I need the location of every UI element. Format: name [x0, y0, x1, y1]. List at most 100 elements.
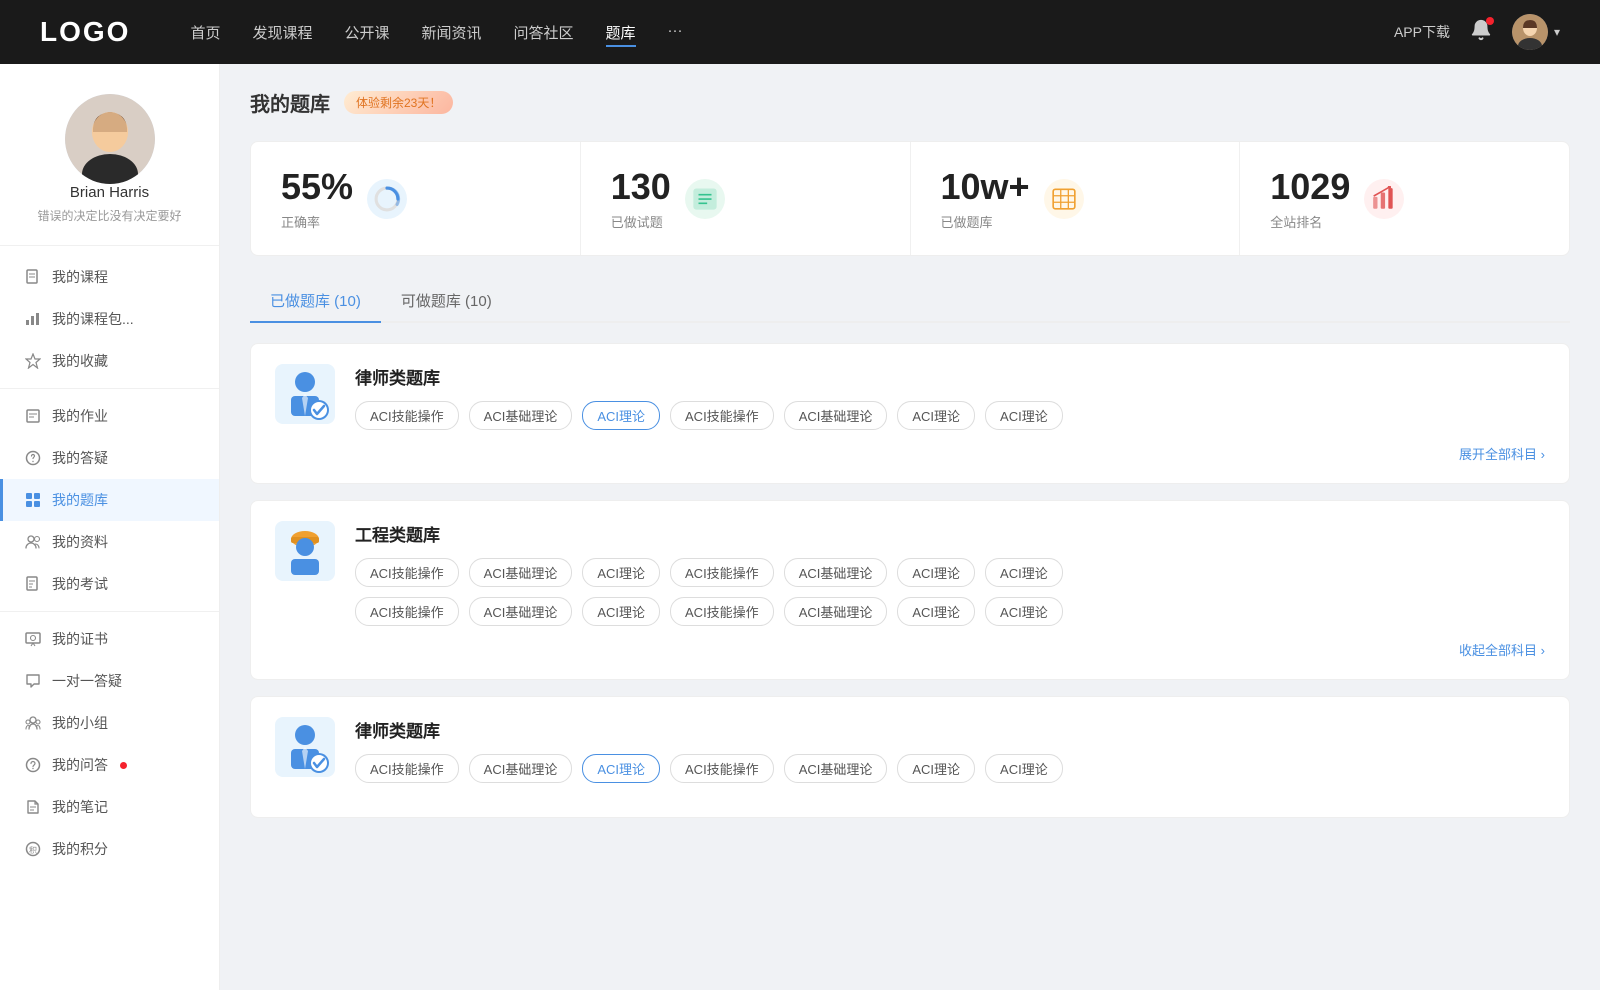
- stat-accuracy-label: 正确率: [281, 212, 353, 231]
- qbank-tag[interactable]: ACI理论: [582, 597, 660, 626]
- sidebar-item-my-data[interactable]: 我的资料: [0, 521, 219, 563]
- qbank-tag[interactable]: ACI理论: [985, 401, 1063, 430]
- qbank-card-lawyer-3: 律师类题库 ACI技能操作 ACI基础理论 ACI理论 ACI技能操作 ACI基…: [250, 696, 1570, 818]
- qbank-tag[interactable]: ACI技能操作: [355, 401, 459, 430]
- navbar: LOGO 首页 发现课程 公开课 新闻资讯 问答社区 题库 ··· APP下载: [0, 0, 1600, 64]
- stat-banks-done: 10w+ 已做题库: [911, 142, 1241, 255]
- sidebar-item-points[interactable]: 积 我的积分: [0, 828, 219, 870]
- stat-questions-done-label: 已做试题: [611, 212, 671, 231]
- lawyer-icon: [275, 364, 335, 424]
- question-circle-icon: [24, 449, 42, 467]
- qbank-tag-selected[interactable]: ACI理论: [582, 401, 660, 430]
- sidebar-item-my-courses[interactable]: 我的课程: [0, 256, 219, 298]
- sidebar-item-notes[interactable]: 我的笔记: [0, 786, 219, 828]
- qbank-card-engineer: 工程类题库 ACI技能操作 ACI基础理论 ACI理论 ACI技能操作 ACI基…: [250, 500, 1570, 680]
- expand-button-1[interactable]: 展开全部科目 ›: [1459, 444, 1545, 463]
- sidebar-label: 我的证书: [52, 629, 108, 649]
- qbank-tag[interactable]: ACI基础理论: [469, 754, 573, 783]
- stat-rank: 1029 全站排名: [1240, 142, 1569, 255]
- notification-dot: [1486, 17, 1494, 25]
- qbank-tag[interactable]: ACI理论: [582, 558, 660, 587]
- qbank-tag[interactable]: ACI理论: [897, 754, 975, 783]
- sidebar-item-my-questions[interactable]: 我的问答: [0, 744, 219, 786]
- stat-banks-done-label: 已做题库: [941, 212, 1030, 231]
- tab-done-banks[interactable]: 已做题库 (10): [250, 280, 381, 321]
- sidebar-item-one-on-one[interactable]: 一对一答疑: [0, 660, 219, 702]
- profile-name: Brian Harris: [20, 184, 199, 201]
- qbank-tag[interactable]: ACI技能操作: [355, 558, 459, 587]
- nav-qa[interactable]: 问答社区: [514, 18, 574, 47]
- tab-available-banks[interactable]: 可做题库 (10): [381, 280, 512, 321]
- qbank-tag-selected[interactable]: ACI理论: [582, 754, 660, 783]
- qbank-info: 律师类题库 ACI技能操作 ACI基础理论 ACI理论 ACI技能操作 ACI基…: [355, 717, 1545, 783]
- qbank-tag[interactable]: ACI技能操作: [670, 754, 774, 783]
- page-title: 我的题库: [250, 88, 330, 117]
- sidebar-label: 我的题库: [52, 490, 108, 510]
- score-icon: 积: [24, 840, 42, 858]
- qbank-tag[interactable]: ACI理论: [985, 597, 1063, 626]
- profile-section: Brian Harris 错误的决定比没有决定要好: [0, 94, 219, 246]
- user-avatar-area[interactable]: ▾: [1512, 14, 1560, 50]
- nav-open-course[interactable]: 公开课: [344, 18, 389, 47]
- qbank-tag[interactable]: ACI技能操作: [670, 558, 774, 587]
- sidebar-label: 我的答疑: [52, 448, 108, 468]
- qbank-tag[interactable]: ACI理论: [897, 401, 975, 430]
- stat-banks-done-text: 10w+ 已做题库: [941, 166, 1030, 231]
- qbank-tag[interactable]: ACI基础理论: [784, 754, 888, 783]
- user-avatar: [1512, 14, 1548, 50]
- notification-bell[interactable]: [1470, 19, 1492, 46]
- qbank-tag[interactable]: ACI技能操作: [670, 401, 774, 430]
- star-icon: [24, 352, 42, 370]
- sidebar-item-group[interactable]: 我的小组: [0, 702, 219, 744]
- qbank-tags-3: ACI技能操作 ACI基础理论 ACI理论 ACI技能操作 ACI基础理论 AC…: [355, 754, 1545, 783]
- qbank-title-3: 律师类题库: [355, 717, 1545, 742]
- qbank-tag[interactable]: ACI理论: [897, 597, 975, 626]
- qbank-tag[interactable]: ACI基础理论: [469, 558, 573, 587]
- sidebar-item-qa-mine[interactable]: 我的答疑: [0, 437, 219, 479]
- stat-questions-done-icon: [685, 179, 725, 219]
- grid-icon: [24, 491, 42, 509]
- stat-questions-done: 130 已做试题: [581, 142, 911, 255]
- sidebar-item-favorites[interactable]: 我的收藏: [0, 340, 219, 382]
- sidebar-label: 我的作业: [52, 406, 108, 426]
- qbank-tag[interactable]: ACI技能操作: [670, 597, 774, 626]
- qbank-header: 律师类题库 ACI技能操作 ACI基础理论 ACI理论 ACI技能操作 ACI基…: [275, 364, 1545, 430]
- sidebar-item-certificate[interactable]: 我的证书: [0, 618, 219, 660]
- sidebar-label: 我的小组: [52, 713, 108, 733]
- qbank-tag[interactable]: ACI基础理论: [469, 597, 573, 626]
- nav-home[interactable]: 首页: [190, 18, 220, 47]
- profile-motto: 错误的决定比没有决定要好: [20, 207, 199, 225]
- qbank-tag[interactable]: ACI基础理论: [469, 401, 573, 430]
- svg-text:积: 积: [29, 845, 37, 855]
- stat-questions-done-value: 130: [611, 166, 671, 208]
- sidebar-item-course-pack[interactable]: 我的课程包...: [0, 298, 219, 340]
- nav-question-bank[interactable]: 题库: [606, 18, 636, 47]
- sidebar-item-question-bank[interactable]: 我的题库: [0, 479, 219, 521]
- sidebar-item-homework[interactable]: 我的作业: [0, 395, 219, 437]
- qbank-info: 律师类题库 ACI技能操作 ACI基础理论 ACI理论 ACI技能操作 ACI基…: [355, 364, 1545, 430]
- people-icon: [24, 533, 42, 551]
- stat-accuracy-icon: [367, 179, 407, 219]
- stat-questions-done-text: 130 已做试题: [611, 166, 671, 231]
- app-download-link[interactable]: APP下载: [1394, 22, 1450, 42]
- qbank-tag[interactable]: ACI技能操作: [355, 597, 459, 626]
- nav-discover[interactable]: 发现课程: [252, 18, 312, 47]
- qbank-tag[interactable]: ACI基础理论: [784, 597, 888, 626]
- qbank-tag[interactable]: ACI理论: [897, 558, 975, 587]
- stat-rank-text: 1029 全站排名: [1270, 166, 1350, 231]
- logo[interactable]: LOGO: [40, 16, 130, 48]
- qbank-tag[interactable]: ACI理论: [985, 558, 1063, 587]
- file2-icon: [24, 575, 42, 593]
- nav-more[interactable]: ···: [668, 18, 683, 47]
- nav-menu: 首页 发现课程 公开课 新闻资讯 问答社区 题库 ···: [190, 18, 1394, 47]
- qbank-tag[interactable]: ACI技能操作: [355, 754, 459, 783]
- sidebar-label: 我的积分: [52, 839, 108, 859]
- qbank-tag[interactable]: ACI基础理论: [784, 558, 888, 587]
- sidebar-item-exams[interactable]: 我的考试: [0, 563, 219, 605]
- collapse-button[interactable]: 收起全部科目 ›: [1459, 640, 1545, 659]
- sidebar-label: 我的考试: [52, 574, 108, 594]
- sidebar-label: 我的收藏: [52, 351, 108, 371]
- qbank-tag[interactable]: ACI基础理论: [784, 401, 888, 430]
- nav-news[interactable]: 新闻资讯: [422, 18, 482, 47]
- qbank-tag[interactable]: ACI理论: [985, 754, 1063, 783]
